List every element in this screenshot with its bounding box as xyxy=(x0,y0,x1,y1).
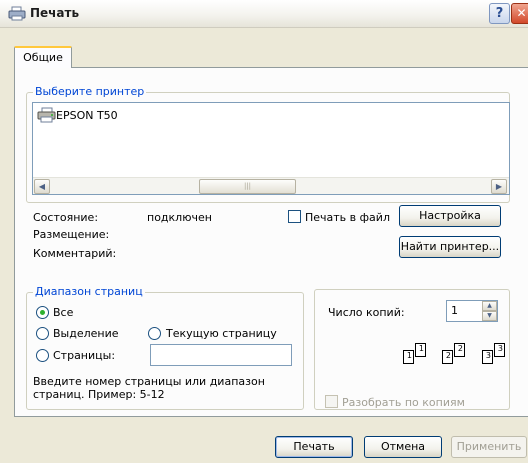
all-pages-radio[interactable] xyxy=(36,306,49,319)
settings-button[interactable]: Настройка xyxy=(399,205,501,227)
status-value: подключен xyxy=(147,211,212,224)
scroll-left-button[interactable]: ◀ xyxy=(34,179,50,194)
radio-dot xyxy=(40,310,45,315)
selection-label[interactable]: Выделение xyxy=(53,327,119,340)
tab-general[interactable]: Общие xyxy=(14,46,72,68)
all-pages-label[interactable]: Все xyxy=(53,306,73,319)
pages-radio[interactable] xyxy=(36,349,49,362)
print-button[interactable]: Печать xyxy=(275,436,353,458)
collate-page: 3 xyxy=(494,343,505,357)
status-label: Состояние: xyxy=(33,211,99,224)
find-printer-button[interactable]: Найти принтер... xyxy=(399,236,501,258)
apply-button[interactable]: Применить xyxy=(451,436,527,458)
collate-page: 1 xyxy=(403,350,414,364)
copies-label: Число копий: xyxy=(328,306,405,319)
copies-down-button[interactable]: ▼ xyxy=(482,311,497,321)
print-dialog: Печать ? ✕ Общие Выберите принтер EPSON … xyxy=(0,0,528,463)
pages-input[interactable] xyxy=(150,344,292,366)
printer-icon xyxy=(37,107,56,123)
print-to-file-checkbox[interactable] xyxy=(288,210,301,223)
pages-label[interactable]: Страницы: xyxy=(53,349,115,362)
collate-checkbox[interactable] xyxy=(325,395,338,408)
collate-page: 2 xyxy=(454,343,465,357)
cancel-button[interactable]: Отмена xyxy=(364,436,442,458)
printer-icon xyxy=(8,6,26,21)
collate-page: 1 xyxy=(415,343,426,357)
scroll-right-button[interactable]: ▶ xyxy=(491,179,507,194)
close-button[interactable]: ✕ xyxy=(511,3,528,24)
window-title: Печать xyxy=(30,6,80,20)
printer-list[interactable]: EPSON T50 ◀ ||| ▶ xyxy=(32,102,510,195)
selection-radio[interactable] xyxy=(36,327,49,340)
collate-page: 2 xyxy=(442,350,453,364)
collate-page: 3 xyxy=(482,350,493,364)
location-label: Размещение: xyxy=(33,228,110,241)
printer-name: EPSON T50 xyxy=(56,109,118,122)
current-page-radio[interactable] xyxy=(148,327,161,340)
page-range-legend: Диапазон страниц xyxy=(33,285,145,298)
help-button[interactable]: ? xyxy=(489,3,510,24)
printer-group-legend: Выберите принтер xyxy=(33,85,147,98)
page-range-hint-line1: Введите номер страницы или диапазон xyxy=(33,375,265,388)
title-bar[interactable]: Печать ? ✕ xyxy=(0,0,528,28)
collate-label[interactable]: Разобрать по копиям xyxy=(342,396,465,409)
copies-up-button[interactable]: ▲ xyxy=(482,301,497,311)
comment-label: Комментарий: xyxy=(33,247,117,260)
current-page-label[interactable]: Текущую страницу xyxy=(166,327,277,340)
print-to-file-label[interactable]: Печать в файл xyxy=(305,211,390,224)
scroll-thumb[interactable]: ||| xyxy=(199,179,296,194)
horizontal-scrollbar[interactable]: ◀ ||| ▶ xyxy=(33,177,509,194)
page-range-hint-line2: страниц. Пример: 5-12 xyxy=(33,388,165,401)
